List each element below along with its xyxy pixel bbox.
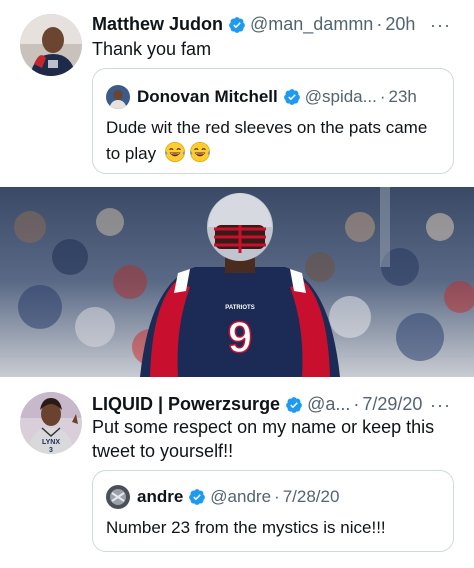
tweet-text: Put some respect on my name or keep this…: [92, 417, 435, 461]
quoted-author-name: Donovan Mitchell: [137, 87, 278, 106]
avatar-photo-icon: [106, 485, 130, 509]
quoted-timestamp: 7/28/20: [282, 487, 340, 506]
avatar[interactable]: LYNX 3: [20, 392, 82, 454]
author-handle[interactable]: @man_dammn: [250, 14, 373, 35]
avatar[interactable]: [20, 14, 82, 76]
player-image-icon: 9 PATRIOTS: [0, 187, 474, 377]
separator-dot: ·: [379, 87, 386, 106]
jersey-team-text: PATRIOTS: [225, 305, 254, 311]
quoted-author-name: andre: [137, 487, 184, 506]
quoted-author-handle: @spida...: [304, 87, 377, 106]
separator-dot: ·: [353, 394, 360, 414]
timestamp[interactable]: 20h: [385, 14, 415, 35]
avatar-photo-icon: [20, 14, 82, 76]
avatar-jersey-text: LYNX: [42, 439, 60, 446]
more-options-icon[interactable]: ···: [430, 396, 451, 414]
quoted-author-handle: @andre: [210, 487, 272, 506]
verified-badge-icon: [286, 396, 302, 413]
verified-badge-icon: [189, 489, 206, 505]
quoted-avatar: [106, 485, 130, 509]
tweet-matthew-judon[interactable]: Matthew Judon @man_dammn · 20h ··· Thank…: [0, 0, 474, 187]
author-name[interactable]: Matthew Judon: [92, 14, 223, 35]
football-player-photo[interactable]: 9 PATRIOTS: [0, 187, 474, 377]
avatar-photo-icon: LYNX 3: [20, 392, 82, 454]
avatar-jersey-number: 3: [49, 447, 53, 454]
laughing-tears-emoji-icon: [164, 142, 185, 162]
verified-badge-icon: [283, 89, 300, 105]
quoted-tweet-text: Number 23 from the mystics is nice!!!: [106, 518, 386, 537]
quoted-avatar: [106, 85, 130, 109]
author-handle[interactable]: @a...: [307, 394, 350, 415]
quoted-tweet[interactable]: andre @andre · 7/28/20 Number 23 from th…: [92, 470, 454, 552]
author-name[interactable]: LIQUID | Powerzsurge: [92, 394, 280, 415]
timestamp[interactable]: 7/29/20: [362, 394, 422, 415]
tweet-liquid-powerzsurge[interactable]: LYNX 3 LIQUID | Powerzsurge @a... · 7/29…: [0, 377, 474, 568]
quoted-timestamp: 23h: [388, 87, 417, 106]
quoted-text-content: Dude wit the red sleeves on the pats cam…: [106, 118, 428, 163]
more-options-icon[interactable]: ···: [430, 16, 451, 34]
jersey-number: 9: [228, 313, 252, 362]
laughing-tears-emoji-icon: [189, 142, 210, 162]
quoted-tweet[interactable]: Donovan Mitchell @spida... · 23h Dude wi…: [92, 68, 454, 174]
avatar-photo-icon: [106, 85, 130, 109]
separator-dot: ·: [376, 14, 383, 34]
separator-dot: ·: [274, 487, 280, 506]
tweet-text: Thank you fam: [92, 39, 212, 59]
quoted-tweet-text: Dude wit the red sleeves on the pats cam…: [106, 115, 446, 167]
verified-badge-icon: [229, 16, 245, 33]
